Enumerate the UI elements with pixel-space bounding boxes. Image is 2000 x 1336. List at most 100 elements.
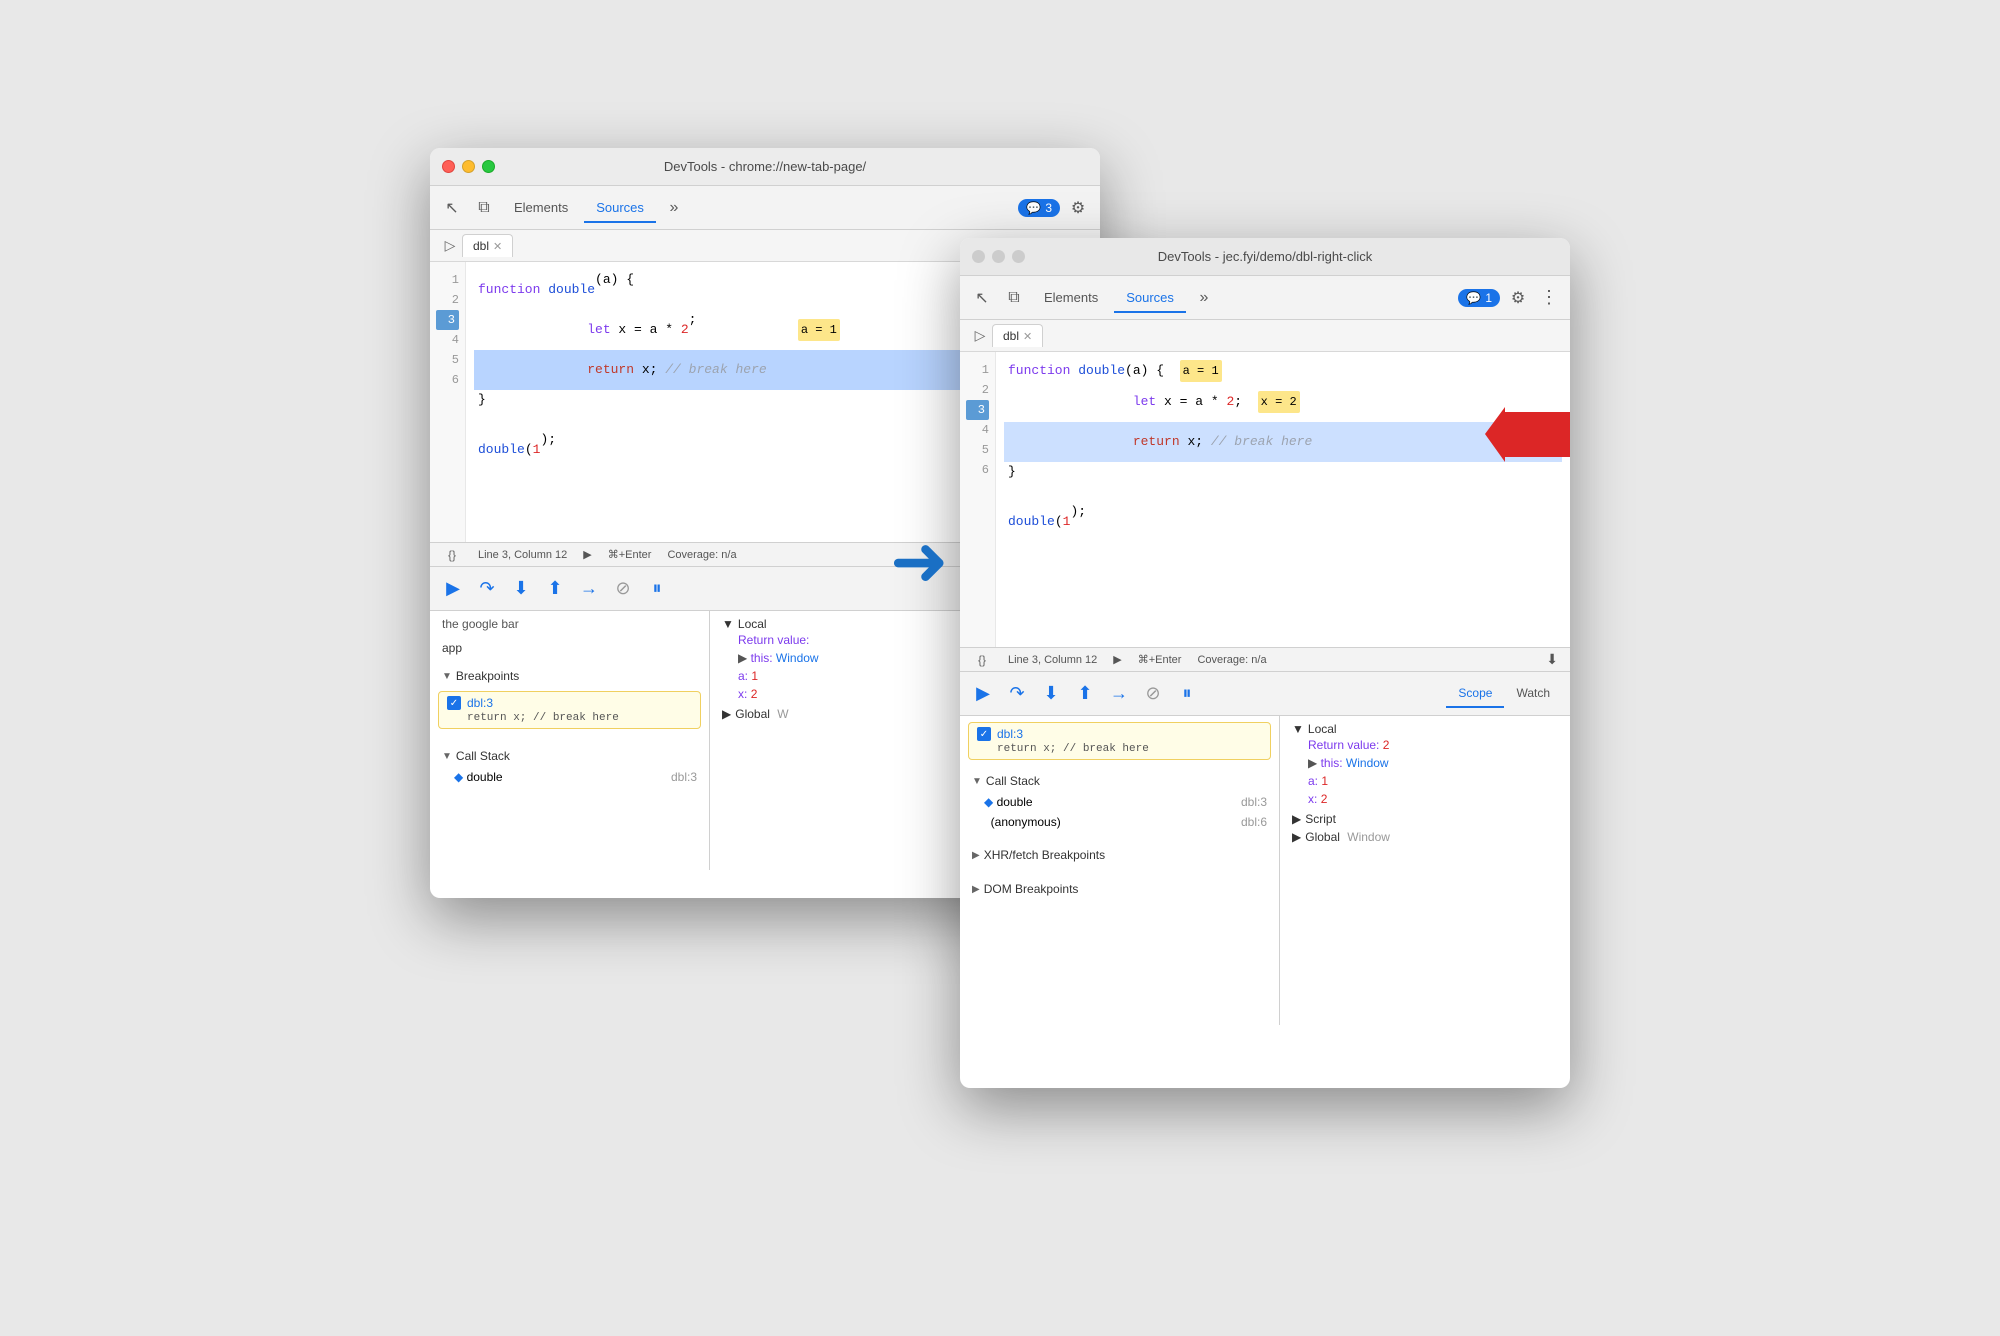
call-stack-section-right: ▼ Call Stack ◆ double dbl:3 (anonymous) … [960,764,1279,838]
dom-breakpoints-header[interactable]: ▶ DOM Breakpoints [960,878,1279,900]
right-close-button[interactable] [972,250,985,263]
call-stack-double-right[interactable]: ◆ double dbl:3 [960,792,1279,812]
breakpoints-section: ▼ Breakpoints ✓ dbl:3 return x; // break… [430,659,709,739]
left-titlebar: DevTools - chrome://new-tab-page/ [430,148,1100,186]
breakpoint-checkbox-right[interactable]: ✓ [977,727,991,741]
step-over-button-left[interactable]: ↷ [472,574,502,604]
right-minimize-button[interactable] [992,250,1005,263]
call-stack-anonymous-right[interactable]: (anonymous) dbl:6 [960,812,1279,832]
red-arrow-indicator [1485,407,1570,467]
google-bar-item: the google bar [430,611,709,637]
right-debug-toolbar: ▶ ↷ ⬇ ⬆ → ⊘ ⏸ Scope Watch [960,671,1570,715]
app-item: app [430,637,709,659]
step-into-button-right[interactable]: ⬇ [1036,679,1066,709]
breakpoint-checkbox-left[interactable]: ✓ [447,696,461,710]
deactivate-button-right[interactable]: ⊘ [1138,679,1168,709]
right-bottom-panel: ✓ dbl:3 return x; // break here ▼ Call S… [960,715,1570,1025]
code-line-6-right: double(1); [1008,502,1558,542]
right-window-title: DevTools - jec.fyi/demo/dbl-right-click [1158,249,1373,264]
collapse-icon-right[interactable]: ⬇ [1546,651,1558,668]
right-code-wrapper: 1 2 3 4 5 6 function double(a) { a = 1 [960,352,1570,647]
left-sub-panel: the google bar app ▼ Breakpoints ✓ dbl:3 [430,611,710,870]
right-maximize-button[interactable] [1012,250,1025,263]
call-stack-header-right[interactable]: ▼ Call Stack [960,770,1279,792]
minimize-button[interactable] [462,160,475,173]
right-titlebar: DevTools - jec.fyi/demo/dbl-right-click [960,238,1570,276]
watch-tab-right[interactable]: Watch [1504,680,1562,708]
step-into-button-left[interactable]: ⬇ [506,574,536,604]
settings-icon-right[interactable]: ⚙ [1504,284,1532,312]
xhr-breakpoints-section: ▶ XHR/fetch Breakpoints [960,838,1279,872]
step-button-right[interactable]: → [1104,679,1134,709]
right-scope-panel: ▼ Local Return value: 2 ▶ this: Window a… [1280,716,1570,1025]
tab-sources-left[interactable]: Sources [584,192,656,223]
scope-tab-right[interactable]: Scope [1446,680,1504,708]
step-out-button-left[interactable]: ⬆ [540,574,570,604]
cursor-icon[interactable]: ↖ [438,194,466,222]
format-button-right[interactable]: {} [972,650,992,670]
settings-icon-left[interactable]: ⚙ [1064,194,1092,222]
x-value-right: x: 2 [1292,790,1558,808]
right-code-area: 1 2 3 4 5 6 function double(a) { a = 1 [960,352,1570,647]
global-scope-right: ▶ Global Window [1292,830,1558,844]
right-line-numbers: 1 2 3 4 5 6 [960,352,996,647]
more-tabs-icon-right[interactable]: » [1190,284,1218,312]
left-window-title: DevTools - chrome://new-tab-page/ [664,159,866,174]
global-scope-header-right[interactable]: ▶ Global Window [1292,830,1558,844]
call-stack-header-left[interactable]: ▼ Call Stack [430,745,709,767]
right-content: ▷ dbl ✕ 1 2 3 4 5 6 [960,320,1570,1088]
script-scope-header-right[interactable]: ▶ Script [1292,812,1558,826]
script-scope-right: ▶ Script [1292,812,1558,826]
blue-arrow-connector: ➜ [890,518,949,598]
breakpoint-item-right: ✓ dbl:3 return x; // break here [968,722,1271,760]
close-file-tab-left[interactable]: ✕ [493,240,502,253]
tab-elements-right[interactable]: Elements [1032,282,1110,313]
right-status-bar: {} Line 3, Column 12 ▶ ⌘+Enter Coverage:… [960,647,1570,671]
xhr-breakpoints-header[interactable]: ▶ XHR/fetch Breakpoints [960,844,1279,866]
dom-breakpoints-section: ▶ DOM Breakpoints [960,872,1279,906]
breakpoint-item-left: ✓ dbl:3 return x; // break here [438,691,701,729]
tab-elements-left[interactable]: Elements [502,192,580,223]
resume-button-left[interactable]: ▶ [438,574,468,604]
notification-badge-left[interactable]: 💬 3 [1018,199,1060,217]
step-button-left[interactable]: → [574,574,604,604]
this-value-right: ▶ this: Window [1292,754,1558,772]
pause-button-left[interactable]: ⏸ [642,574,672,604]
deactivate-button-left[interactable]: ⊘ [608,574,638,604]
right-layers-icon[interactable]: ⧉ [1000,284,1028,312]
breakpoints-header[interactable]: ▼ Breakpoints [430,665,709,687]
code-line-2-right: let x = a * 2; x = 2 [1008,382,1558,422]
right-tab-bar: ↖ ⧉ Elements Sources » 💬 1 ⚙ ⋮ [960,276,1570,320]
local-scope-header-right[interactable]: ▼ Local [1292,722,1558,736]
right-sidebar-toggle[interactable]: ▷ [968,324,992,348]
more-options-icon-right[interactable]: ⋮ [1536,283,1562,312]
left-line-numbers: 1 2 3 4 5 6 [430,262,466,542]
return-value-right: Return value: 2 [1292,736,1558,754]
layers-icon[interactable]: ⧉ [470,194,498,222]
more-tabs-icon-left[interactable]: » [660,194,688,222]
breakpoint-code-right: return x; // break here [977,743,1262,755]
right-devtools-window: DevTools - jec.fyi/demo/dbl-right-click … [960,238,1570,1088]
tab-sources-right[interactable]: Sources [1114,282,1186,313]
right-cursor-icon[interactable]: ↖ [968,284,996,312]
right-sub-panel: ✓ dbl:3 return x; // break here ▼ Call S… [960,716,1280,1025]
right-file-tab[interactable]: dbl ✕ [992,324,1043,347]
left-sidebar-toggle[interactable]: ▷ [438,234,462,258]
format-button-left[interactable]: {} [442,545,462,565]
a-value-right: a: 1 [1292,772,1558,790]
close-button[interactable] [442,160,455,173]
close-file-tab-right[interactable]: ✕ [1023,330,1032,343]
local-scope-right: ▼ Local Return value: 2 ▶ this: Window a… [1292,722,1558,808]
pause-button-right[interactable]: ⏸ [1172,679,1202,709]
maximize-button[interactable] [482,160,495,173]
notification-badge-right[interactable]: 💬 1 [1458,289,1500,307]
left-file-tab[interactable]: dbl ✕ [462,234,513,257]
resume-button-right[interactable]: ▶ [968,679,998,709]
step-out-button-right[interactable]: ⬆ [1070,679,1100,709]
call-stack-section-left: ▼ Call Stack ◆ double dbl:3 [430,739,709,793]
step-over-button-right[interactable]: ↷ [1002,679,1032,709]
right-scope-content: ▼ Local Return value: 2 ▶ this: Window a… [1280,716,1570,854]
code-line-1-right: function double(a) { a = 1 [1008,360,1558,382]
call-stack-double-left[interactable]: ◆ double dbl:3 [430,767,709,787]
left-tab-bar: ↖ ⧉ Elements Sources » 💬 3 ⚙ [430,186,1100,230]
